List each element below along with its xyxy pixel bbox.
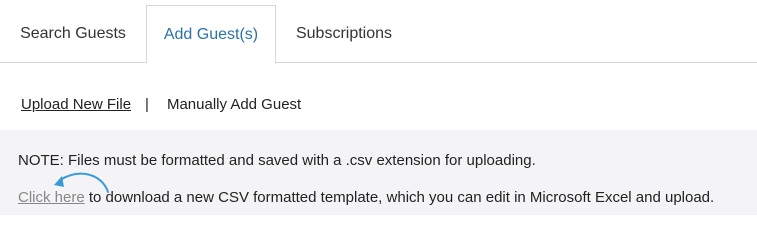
manually-add-guest-link[interactable]: Manually Add Guest xyxy=(167,96,301,113)
add-guests-page: Search Guests Add Guest(s) Subscriptions… xyxy=(0,0,757,215)
tab-search-guests[interactable]: Search Guests xyxy=(0,5,146,63)
tab-label: Add Guest(s) xyxy=(163,25,259,43)
subnav-separator: | xyxy=(145,95,149,113)
tab-add-guests[interactable]: Add Guest(s) xyxy=(146,5,276,64)
upload-info-panel: NOTE: Files must be formatted and saved … xyxy=(0,130,757,215)
tab-bar: Search Guests Add Guest(s) Subscriptions xyxy=(0,0,757,64)
download-template-line: Click here to download a new CSV formatt… xyxy=(18,189,714,206)
csv-note: NOTE: Files must be formatted and saved … xyxy=(18,152,536,169)
tab-label: Search Guests xyxy=(20,25,126,42)
tab-subscriptions[interactable]: Subscriptions xyxy=(276,5,412,63)
sub-navigation: Upload New File | Manually Add Guest xyxy=(21,94,301,114)
click-here-link[interactable]: Click here xyxy=(18,189,85,206)
tab-label: Subscriptions xyxy=(295,25,393,42)
upload-new-file-link[interactable]: Upload New File xyxy=(21,96,131,113)
download-template-text: to download a new CSV formatted template… xyxy=(84,189,715,206)
